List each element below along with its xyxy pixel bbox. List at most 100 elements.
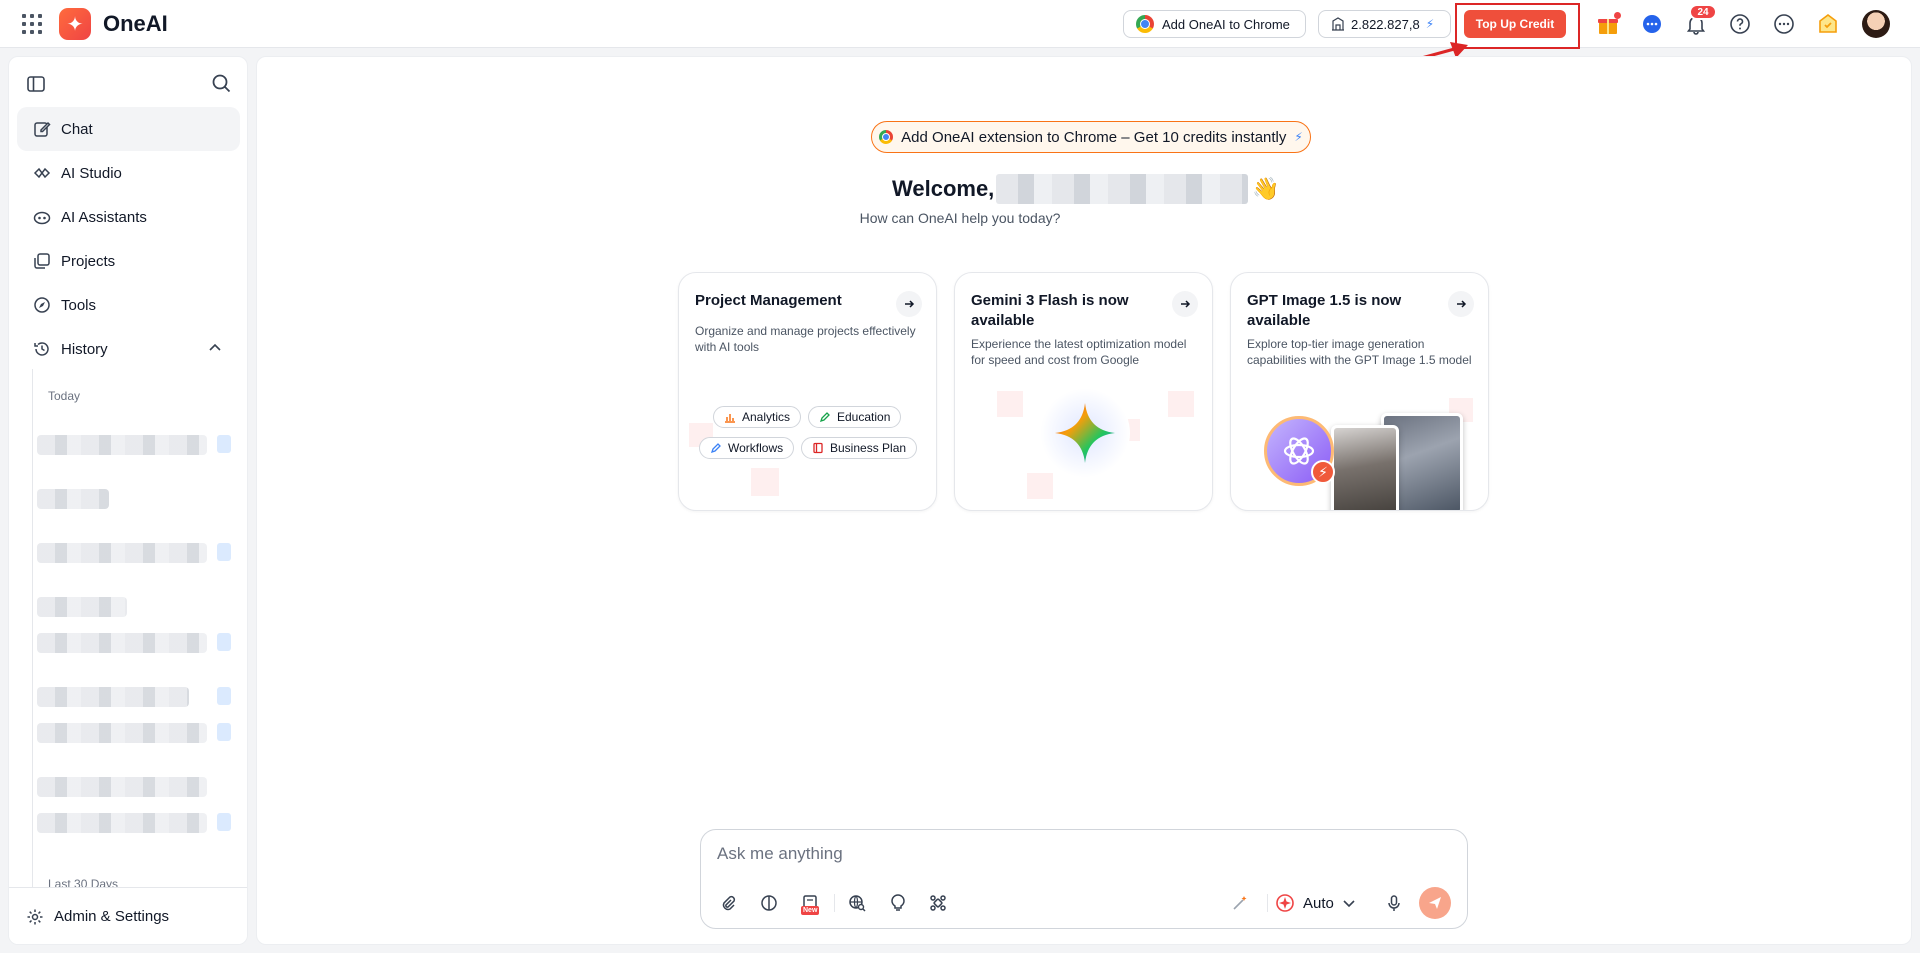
history-item-marker — [217, 543, 231, 561]
app-name[interactable]: OneAI — [103, 11, 168, 37]
tools-icon[interactable] — [925, 890, 951, 916]
microphone-icon[interactable] — [1381, 890, 1407, 916]
history-item[interactable] — [37, 777, 207, 797]
send-button[interactable] — [1419, 887, 1451, 919]
sidebar-item-chat[interactable]: Chat — [17, 107, 240, 151]
history-item[interactable] — [37, 813, 207, 833]
toolbar-divider — [1267, 894, 1268, 912]
apps-grid-icon[interactable] — [20, 12, 44, 36]
user-name-redacted — [996, 174, 1249, 204]
building-icon — [1332, 17, 1344, 31]
sidebar-item-projects[interactable]: Projects — [17, 239, 240, 283]
edit-icon — [34, 121, 51, 137]
pen-icon — [819, 412, 830, 423]
history-item[interactable] — [37, 435, 207, 455]
avatar[interactable] — [1862, 10, 1890, 38]
card-project-management[interactable]: Project Management Organize and manage p… — [678, 272, 937, 511]
pencil-icon — [710, 443, 721, 454]
logo-icon[interactable]: ✦ — [59, 8, 91, 40]
arrow-right-icon[interactable] — [1172, 291, 1198, 317]
badge-icon[interactable] — [1816, 12, 1840, 36]
tag-education[interactable]: Education — [808, 406, 902, 428]
chart-icon — [725, 414, 735, 423]
history-icon — [34, 342, 49, 356]
decor-pixel — [997, 391, 1023, 417]
sidebar-item-history[interactable]: History — [17, 327, 240, 371]
chat-input[interactable] — [717, 842, 1417, 866]
chrome-extension-promo[interactable]: Add OneAI extension to Chrome – Get 10 c… — [871, 121, 1311, 153]
card-title: GPT Image 1.5 is now available — [1247, 292, 1402, 329]
sample-image — [1331, 425, 1399, 510]
bolt-icon: ⚡ — [1294, 130, 1303, 144]
sidebar-item-tools[interactable]: Tools — [17, 283, 240, 327]
tag-label: Workflows — [728, 441, 784, 455]
chrome-icon — [879, 130, 894, 144]
tag-label: Business Plan — [830, 441, 907, 455]
card-title: Project Management — [695, 292, 842, 309]
help-icon[interactable] — [1728, 12, 1752, 36]
welcome-heading: Welcome, 👋 — [892, 174, 1280, 204]
top-bar: ✦ OneAI Add OneAI to Chrome 2.822.827,8 … — [0, 0, 1920, 49]
history-item-marker — [217, 633, 231, 651]
welcome-prefix: Welcome, — [892, 176, 995, 201]
tag-business-plan[interactable]: Business Plan — [801, 437, 918, 459]
history-item[interactable] — [37, 723, 207, 743]
gear-icon — [27, 909, 43, 924]
card-gpt-image[interactable]: GPT Image 1.5 is now available Explore t… — [1230, 272, 1489, 511]
search-icon[interactable] — [210, 72, 232, 94]
paperclip-icon[interactable] — [715, 890, 741, 916]
admin-settings-button[interactable]: Admin & Settings — [9, 887, 247, 944]
model-icon — [1276, 894, 1294, 912]
more-icon[interactable] — [1772, 12, 1796, 36]
book-icon — [813, 442, 823, 454]
tag-label: Analytics — [742, 410, 791, 424]
bolt-icon: ⚡ — [1311, 460, 1335, 484]
add-to-chrome-button[interactable]: Add OneAI to Chrome — [1123, 10, 1306, 38]
history-item[interactable] — [37, 489, 109, 509]
magic-wand-icon[interactable] — [1227, 890, 1253, 916]
history-item[interactable] — [37, 633, 207, 653]
welcome-subtitle: How can OneAI help you today? — [859, 210, 1061, 226]
tag-analytics[interactable]: Analytics — [713, 406, 802, 428]
send-icon — [1429, 897, 1441, 909]
decor-pixel — [1168, 391, 1194, 417]
top-up-credit-button[interactable]: Top Up Credit — [1464, 10, 1566, 38]
history-item-marker — [217, 435, 231, 453]
chevron-up-icon[interactable] — [208, 341, 222, 355]
card-description: Experience the latest optimization model… — [971, 337, 1187, 367]
arrow-right-icon[interactable] — [896, 291, 922, 317]
tag-label: Education — [837, 410, 891, 424]
new-badge: New — [801, 906, 820, 915]
gift-notification-dot — [1614, 12, 1621, 19]
sidebar-toggle-icon[interactable] — [26, 74, 46, 94]
credit-balance[interactable]: 2.822.827,8 ⚡ — [1318, 10, 1451, 38]
sidebar-item-ai-studio[interactable]: AI Studio — [17, 151, 240, 195]
card-title: Gemini 3 Flash is now available — [971, 292, 1129, 329]
history-tree-line — [32, 369, 33, 929]
sidebar-item-label: AI Studio — [61, 164, 122, 182]
arrow-right-icon[interactable] — [1448, 291, 1474, 317]
lightbulb-icon[interactable] — [885, 890, 911, 916]
chat-bubble-icon[interactable] — [1640, 12, 1664, 36]
split-icon[interactable] — [756, 890, 782, 916]
tag-workflows[interactable]: Workflows — [699, 437, 795, 459]
model-label: Auto — [1303, 894, 1334, 912]
credit-amount: 2.822.827,8 — [1351, 16, 1420, 32]
folders-icon — [34, 253, 50, 269]
sidebar-item-label: History — [61, 340, 108, 358]
sidebar-item-label: Projects — [61, 252, 116, 270]
promo-text: Add OneAI extension to Chrome – Get 10 c… — [901, 128, 1287, 146]
admin-settings-label: Admin & Settings — [54, 908, 170, 925]
card-gemini-flash[interactable]: Gemini 3 Flash is now available Experien… — [954, 272, 1213, 511]
sidebar: Chat AI Studio AI Assistants Projects To… — [8, 56, 248, 945]
history-item[interactable] — [37, 597, 127, 617]
model-selector[interactable]: Auto — [1275, 890, 1356, 916]
globe-search-icon[interactable] — [844, 890, 870, 916]
sidebar-item-label: Chat — [61, 120, 93, 138]
notification-badge: 24 — [1689, 4, 1717, 20]
toolbar-divider — [834, 894, 835, 912]
compass-icon — [34, 297, 50, 313]
history-item[interactable] — [37, 687, 189, 707]
add-to-chrome-label: Add OneAI to Chrome — [1162, 16, 1290, 32]
history-item[interactable] — [37, 543, 207, 563]
